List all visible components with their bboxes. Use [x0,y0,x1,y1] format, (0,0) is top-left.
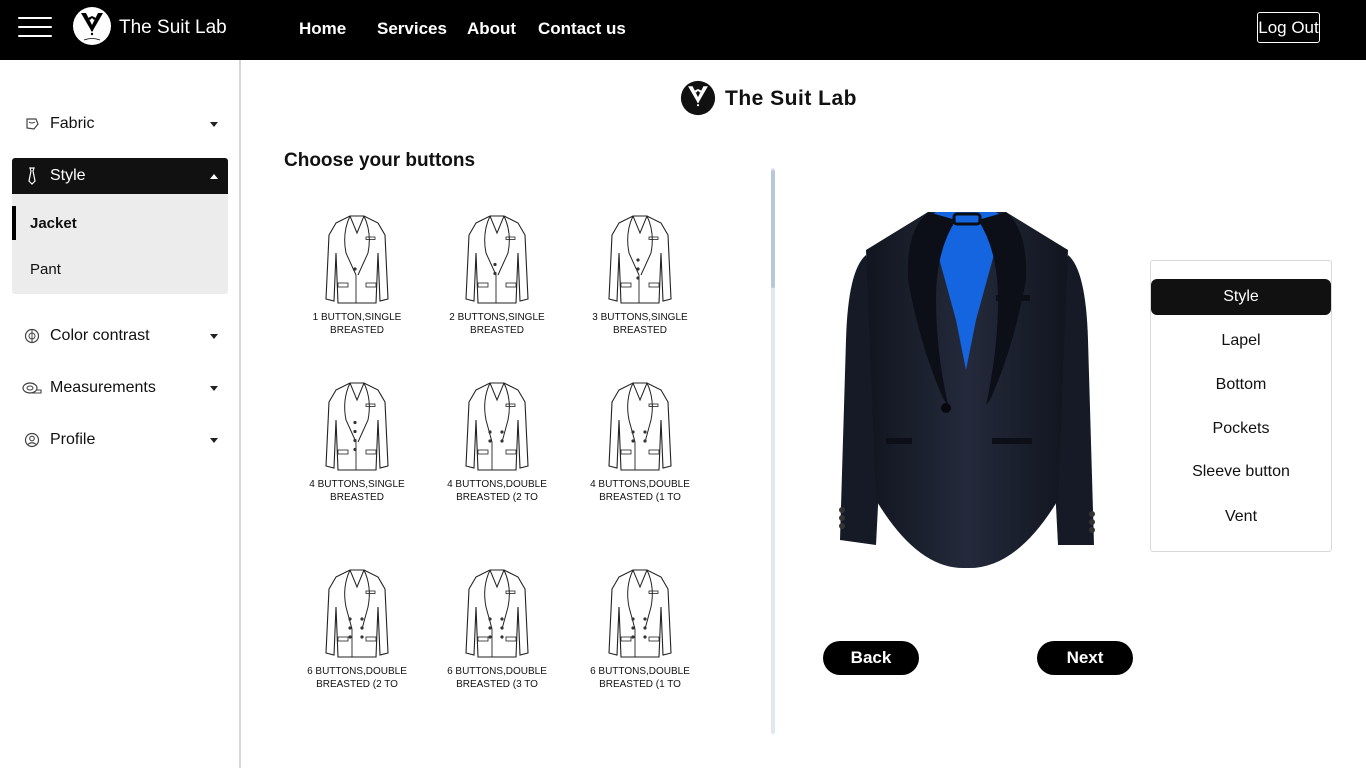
section-title: Choose your buttons [284,150,476,171]
sidebar-item-label: Color contrast [50,327,150,344]
sidebar-item-label: Measurements [50,379,156,396]
user-circle-icon [22,430,42,450]
nav-home[interactable]: Home [299,19,346,39]
nav-services[interactable]: Services [377,19,447,39]
button-option-label: 6 BUTTONS,DOUBLE BREASTED (1 TO [575,665,705,691]
sidebar-item-label: Profile [50,431,96,448]
button-option-label: 1 BUTTON,SINGLE BREASTED [292,311,422,337]
measuring-tape-icon [22,378,42,398]
button-option-label: 3 BUTTONS,SINGLE BREASTED [575,311,705,337]
style-option-style[interactable]: Style [1151,279,1331,315]
button-option-card[interactable]: 4 BUTTONS,SINGLE BREASTED [292,380,422,504]
sidebar: Fabric Style Jacket Pant Color contrast … [0,60,241,768]
option-label-line2: BREASTED (1 TO [599,492,681,503]
button-option-label: 6 BUTTONS,DOUBLE BREASTED (3 TO [432,665,562,691]
sidebar-item-color-contrast[interactable]: Color contrast [12,318,228,354]
style-option-sleeve-button[interactable]: Sleeve button [1151,454,1331,490]
button-option-card[interactable]: 2 BUTTONS,SINGLE BREASTED [432,213,562,337]
option-label-line2: BREASTED [470,325,524,336]
option-label-line1: 6 BUTTONS,DOUBLE [447,666,547,677]
option-label-line2: BREASTED [330,325,384,336]
style-option-lapel[interactable]: Lapel [1151,323,1331,359]
sidebar-item-profile[interactable]: Profile [12,422,228,458]
jacket-sketch-icon [608,569,672,658]
button-option-card[interactable]: 1 BUTTON,SINGLE BREASTED [292,213,422,337]
option-label-line1: 1 BUTTON,SINGLE [312,312,402,323]
nav-about[interactable]: About [467,19,516,39]
option-label-line2: BREASTED (2 TO [456,492,538,503]
chevron-down-icon [210,437,218,443]
chevron-down-icon [210,121,218,127]
chevron-down-icon [210,385,218,391]
sidebar-item-measurements[interactable]: Measurements [12,370,228,406]
option-label-line2: BREASTED (3 TO [456,679,538,690]
fabric-icon [22,114,42,134]
option-label-line1: 2 BUTTONS,SINGLE [449,312,545,323]
chevron-down-icon [210,333,218,339]
brand-name[interactable]: The Suit Lab [119,17,227,39]
jacket-preview-image [839,212,1095,569]
top-navigation-bar: The Suit Lab Home Services About Contact… [0,0,1366,60]
jacket-sketch-icon [325,215,389,304]
jacket-sketch-icon [608,382,672,471]
option-label-line2: BREASTED (1 TO [599,679,681,690]
option-label-line1: 6 BUTTONS,DOUBLE [590,666,690,677]
sidebar-item-fabric[interactable]: Fabric [12,106,228,142]
style-submenu: Jacket Pant [12,194,228,294]
next-button[interactable]: Next [1037,641,1133,675]
jacket-sketch-icon [465,382,529,471]
option-label-line1: 4 BUTTONS,DOUBLE [590,479,690,490]
style-option-pockets[interactable]: Pockets [1151,411,1331,447]
suit-lab-logo[interactable] [72,6,112,46]
jacket-sketch-icon [465,569,529,658]
option-label-line2: BREASTED [613,325,667,336]
nav-contact-us[interactable]: Contact us [538,19,626,39]
sidebar-item-label: Style [50,167,86,184]
option-label-line1: 4 BUTTONS,SINGLE [309,479,405,490]
button-option-card[interactable]: 4 BUTTONS,DOUBLE BREASTED (2 TO [432,380,562,504]
tie-icon [22,166,42,186]
button-option-card[interactable]: 6 BUTTONS,DOUBLE BREASTED (1 TO [575,567,705,691]
button-option-label: 4 BUTTONS,DOUBLE BREASTED (1 TO [575,478,705,504]
option-label-line2: BREASTED (2 TO [316,679,398,690]
jacket-sketch-icon [325,569,389,658]
button-option-card[interactable]: 6 BUTTONS,DOUBLE BREASTED (2 TO [292,567,422,691]
button-option-card[interactable]: 6 BUTTONS,DOUBLE BREASTED (3 TO [432,567,562,691]
button-option-label: 6 BUTTONS,DOUBLE BREASTED (2 TO [292,665,422,691]
palette-icon [22,326,42,346]
button-option-label: 4 BUTTONS,DOUBLE BREASTED (2 TO [432,478,562,504]
scrollbar-thumb[interactable] [771,170,775,288]
submenu-item-jacket[interactable]: Jacket [12,206,228,240]
hamburger-menu-icon[interactable] [18,17,52,39]
sidebar-item-style[interactable]: Style [12,158,228,194]
jacket-sketch-icon [465,215,529,304]
page-title: The Suit Lab [725,87,857,110]
button-option-card[interactable]: 4 BUTTONS,DOUBLE BREASTED (1 TO [575,380,705,504]
submenu-item-pant[interactable]: Pant [12,252,228,286]
button-option-card[interactable]: 3 BUTTONS,SINGLE BREASTED [575,213,705,337]
style-option-bottom[interactable]: Bottom [1151,367,1331,403]
option-label-line2: BREASTED [330,492,384,503]
style-option-vent[interactable]: Vent [1151,499,1331,535]
chevron-up-icon [210,173,218,179]
suit-lab-logo [680,80,716,116]
button-option-label: 4 BUTTONS,SINGLE BREASTED [292,478,422,504]
sidebar-item-label: Fabric [50,115,95,132]
log-out-button[interactable]: Log Out [1257,12,1320,43]
back-button[interactable]: Back [823,641,919,675]
option-label-line1: 6 BUTTONS,DOUBLE [307,666,407,677]
button-option-label: 2 BUTTONS,SINGLE BREASTED [432,311,562,337]
jacket-sketch-icon [325,382,389,471]
jacket-sketch-icon [608,215,672,304]
option-label-line1: 3 BUTTONS,SINGLE [592,312,688,323]
style-options-panel: Style Lapel Bottom Pockets Sleeve button… [1150,260,1332,552]
option-label-line1: 4 BUTTONS,DOUBLE [447,479,547,490]
